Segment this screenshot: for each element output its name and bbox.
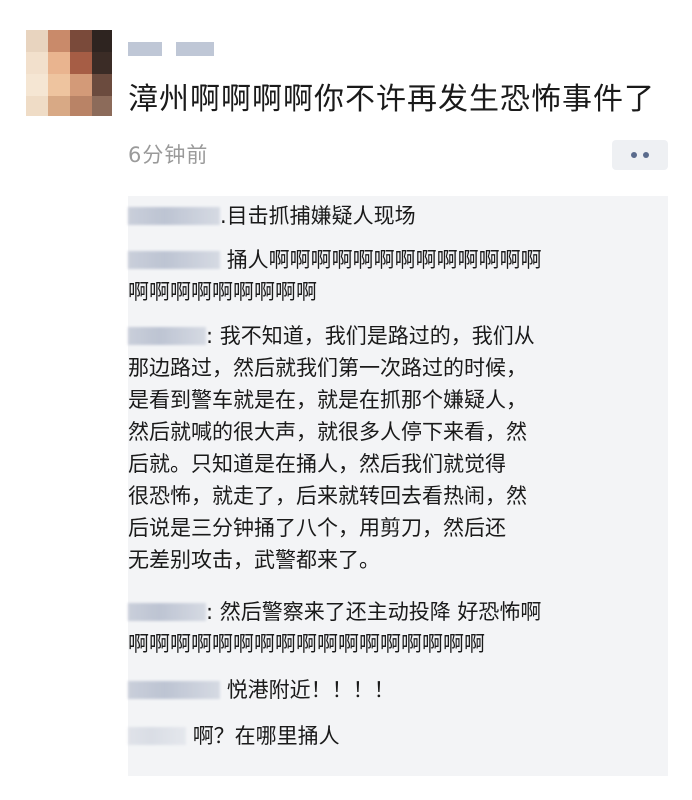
- comment[interactable]: .目击抓捕嫌疑人现场: [128, 200, 662, 233]
- commenter-name-redacted[interactable]: [128, 727, 186, 745]
- comment-continuation: 那边路过，然后就我们第一次路过的时候，: [128, 352, 662, 385]
- commenter-name-redacted[interactable]: [128, 251, 220, 269]
- comment[interactable]: : 我不知道，我们是路过的，我们从: [128, 320, 662, 353]
- comment[interactable]: : 然后警察来了还主动投降 好恐怖啊: [128, 596, 662, 629]
- moment-post: 漳州啊啊啊啊你不许再发生恐怖事件了 6分钟前 .目击抓捕嫌疑人现场 捅人啊啊啊啊…: [0, 0, 692, 800]
- comment-text: 啊啊啊啊啊啊啊啊啊啊啊啊啊啊啊啊啊: [128, 632, 485, 656]
- comment-text: 后就。只知道是在捅人，然后我们就觉得: [128, 452, 506, 476]
- comment-text: 悦港附近！！！！: [226, 678, 395, 702]
- comment-continuation: 是看到警车就是在，就是在抓那个嫌疑人，: [128, 384, 662, 417]
- comment-continuation: 后就。只知道是在捅人，然后我们就觉得: [128, 448, 662, 481]
- comment-text: 是看到警车就是在，就是在抓那个嫌疑人，: [128, 388, 527, 412]
- comment-text: 后说是三分钟捅了八个，用剪刀，然后还: [128, 516, 506, 540]
- avatar[interactable]: [26, 30, 112, 116]
- comment[interactable]: 捅人啊啊啊啊啊啊啊啊啊啊啊啊啊: [128, 244, 662, 277]
- comment-text: 无差别攻击，武警都来了。: [128, 548, 380, 572]
- comment-text: 捅人啊啊啊啊啊啊啊啊啊啊啊啊啊: [226, 248, 542, 272]
- comment-continuation: 啊啊啊啊啊啊啊啊啊啊啊啊啊啊啊啊啊: [128, 628, 662, 661]
- commenter-name-redacted[interactable]: [128, 681, 220, 699]
- comment-text: 啊？在哪里捅人: [192, 724, 340, 748]
- more-options-button[interactable]: [612, 140, 668, 170]
- comment-continuation: 无差别攻击，武警都来了。: [128, 544, 662, 577]
- more-dots-icon: [631, 152, 637, 158]
- comment-continuation: 啊啊啊啊啊啊啊啊啊: [128, 276, 662, 309]
- commenter-name-redacted[interactable]: [128, 327, 206, 345]
- comment-text: : 我不知道，我们是路过的，我们从: [206, 324, 535, 348]
- more-dots-icon: [643, 152, 649, 158]
- comment-continuation: 然后就喊的很大声，就很多人停下来看，然: [128, 416, 662, 449]
- comment-text: .目击抓捕嫌疑人现场: [220, 204, 416, 228]
- comment-text: 那边路过，然后就我们第一次路过的时候，: [128, 356, 527, 380]
- comment[interactable]: 悦港附近！！！！: [128, 674, 662, 707]
- comment-text: : 然后警察来了还主动投降 好恐怖啊: [206, 600, 542, 624]
- comment-text: 很恐怖，就走了，后来就转回去看热闹，然: [128, 484, 527, 508]
- post-text: 漳州啊啊啊啊你不许再发生恐怖事件了: [128, 82, 655, 117]
- commenter-name-redacted[interactable]: [128, 207, 220, 225]
- comment-continuation: 很恐怖，就走了，后来就转回去看热闹，然: [128, 480, 662, 513]
- comment-text: 然后就喊的很大声，就很多人停下来看，然: [128, 420, 527, 444]
- comment-continuation: 后说是三分钟捅了八个，用剪刀，然后还: [128, 512, 662, 545]
- author-name-redacted[interactable]: [128, 38, 234, 60]
- comment-text: 啊啊啊啊啊啊啊啊啊: [128, 280, 317, 304]
- comment[interactable]: 啊？在哪里捅人: [128, 720, 662, 753]
- post-timestamp: 6分钟前: [128, 143, 209, 167]
- commenter-name-redacted[interactable]: [128, 603, 206, 621]
- comments-section: .目击抓捕嫌疑人现场 捅人啊啊啊啊啊啊啊啊啊啊啊啊啊 啊啊啊啊啊啊啊啊啊 : 我…: [128, 196, 668, 776]
